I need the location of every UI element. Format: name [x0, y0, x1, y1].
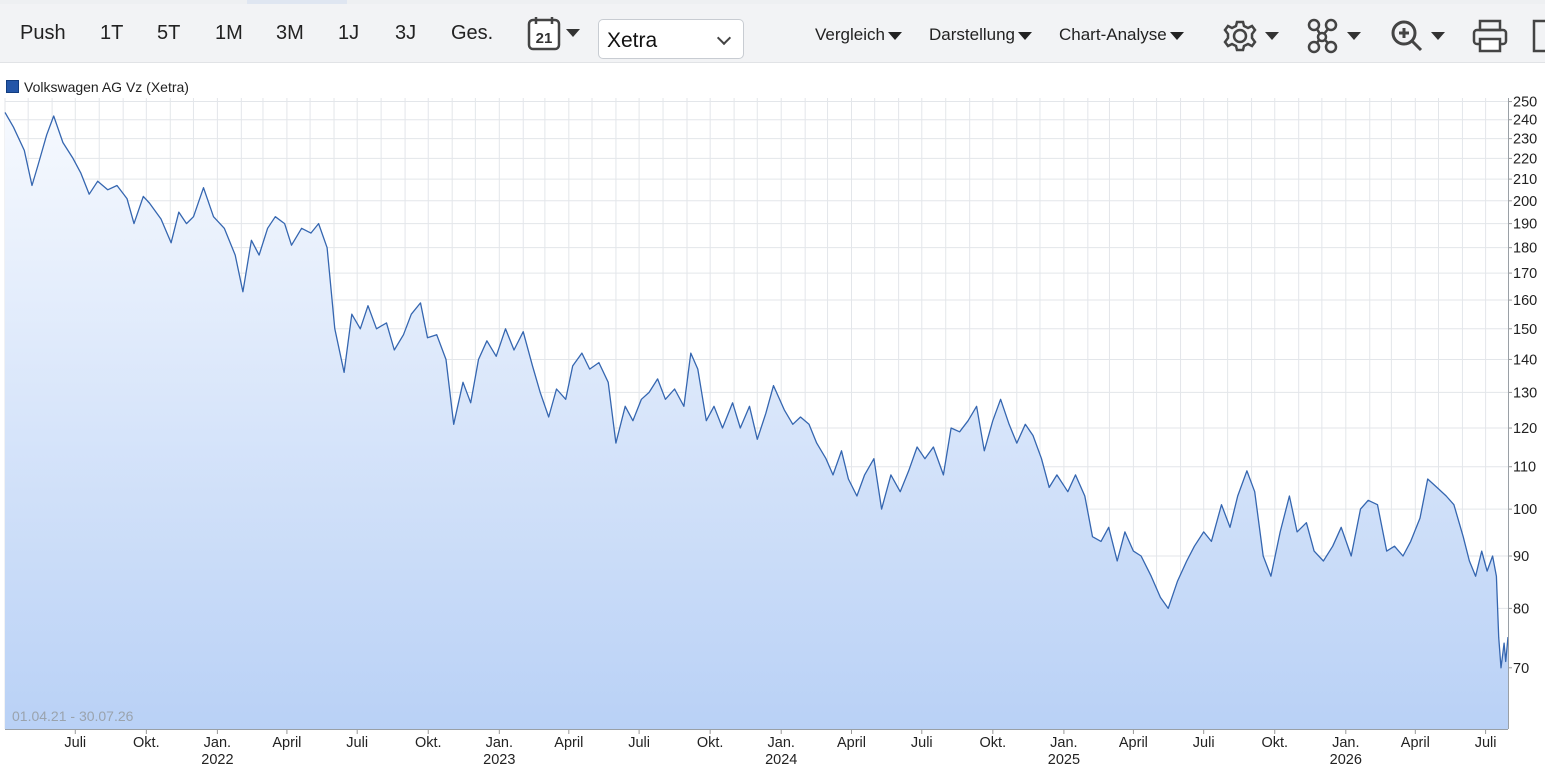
x-tick-label: Juli — [346, 735, 368, 751]
x-tick-label: Juli — [1475, 735, 1497, 751]
y-tick-label: 120 — [1513, 421, 1537, 437]
x-tick-label: April — [1119, 735, 1148, 751]
y-tick-label: 210 — [1513, 172, 1537, 188]
y-tick-label: 80 — [1513, 601, 1529, 617]
x-axis: Juli Okt. Jan.2022April Juli Okt. Jan.2023Apr… — [64, 729, 1496, 766]
x-tick-label: Jan. — [204, 735, 231, 751]
y-tick-label: 180 — [1513, 241, 1537, 257]
x-tick-label: April — [554, 735, 583, 751]
y-tick-label: 150 — [1513, 322, 1537, 338]
y-tick-label: 100 — [1513, 502, 1537, 518]
y-tick-label: 250 — [1513, 95, 1537, 111]
x-tick-label: Jan. — [486, 735, 513, 751]
y-tick-label: 190 — [1513, 217, 1537, 233]
y-tick-label: 240 — [1513, 113, 1537, 129]
x-tick-label: Jan. — [1050, 735, 1077, 751]
x-year-label: 2022 — [201, 752, 233, 766]
x-tick-label: Okt. — [133, 735, 160, 751]
x-tick-label: April — [1401, 735, 1430, 751]
y-tick-label: 110 — [1513, 460, 1536, 476]
x-tick-label: Okt. — [415, 735, 442, 751]
x-year-label: 2023 — [483, 752, 515, 766]
x-tick-label: Okt. — [1261, 735, 1288, 751]
x-tick-label: Jan. — [768, 735, 795, 751]
y-tick-label: 70 — [1513, 661, 1529, 677]
y-tick-label: 220 — [1513, 151, 1537, 167]
x-year-label: 2026 — [1330, 752, 1362, 766]
price-area — [5, 112, 1508, 729]
date-range-label: 01.04.21 - 30.07.26 — [12, 708, 134, 724]
x-tick-label: April — [272, 735, 301, 751]
x-tick-label: April — [837, 735, 866, 751]
price-chart: 70 80 90 100 110 120 130 140 150 160 170 180 190 200 2… — [4, 95, 1537, 766]
x-year-label: 2024 — [765, 752, 797, 766]
x-tick-label: Jan. — [1332, 735, 1359, 751]
x-tick-label: Juli — [1193, 735, 1215, 751]
x-tick-label: Okt. — [697, 735, 724, 751]
x-tick-label: Juli — [911, 735, 933, 751]
x-tick-label: Juli — [64, 735, 86, 751]
y-tick-label: 160 — [1513, 293, 1537, 309]
y-tick-label: 230 — [1513, 132, 1537, 148]
x-tick-label: Okt. — [980, 735, 1007, 751]
y-tick-label: 200 — [1513, 194, 1537, 210]
y-tick-label: 140 — [1513, 352, 1537, 368]
y-tick-label: 90 — [1513, 549, 1529, 565]
y-tick-label: 130 — [1513, 385, 1537, 401]
x-tick-label: Juli — [628, 735, 650, 751]
x-year-label: 2025 — [1048, 752, 1080, 766]
y-axis: 70 80 90 100 110 120 130 140 150 160 170 180 190 200 2… — [1508, 95, 1537, 677]
y-tick-label: 170 — [1513, 266, 1537, 282]
